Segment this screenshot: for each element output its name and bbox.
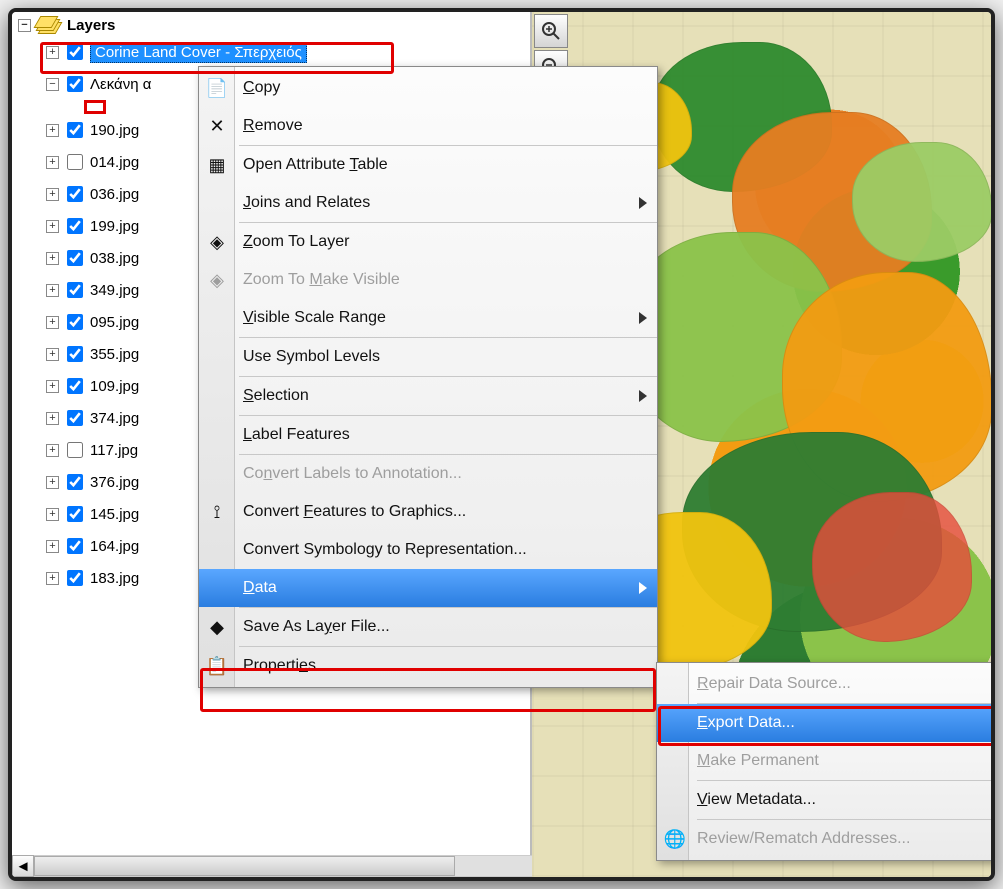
layer-label: 038.jpg bbox=[90, 250, 139, 267]
submenu-export-data[interactable]: Export Data... bbox=[657, 704, 995, 742]
globe-icon: 🌐 bbox=[663, 827, 687, 851]
layer-checkbox[interactable] bbox=[67, 250, 83, 266]
zoom-visible-icon: ◈ bbox=[205, 268, 229, 292]
layer-label: 190.jpg bbox=[90, 122, 139, 139]
layer-checkbox[interactable] bbox=[67, 186, 83, 202]
expand-icon[interactable]: + bbox=[46, 220, 59, 233]
submenu-arrow-icon bbox=[639, 390, 647, 402]
layer-checkbox[interactable] bbox=[67, 410, 83, 426]
menu-joins-relates[interactable]: Joins and Relates bbox=[199, 184, 657, 222]
layer-label: 145.jpg bbox=[90, 506, 139, 523]
menu-remove[interactable]: ✕ Remove bbox=[199, 107, 657, 145]
menu-selection[interactable]: Selection bbox=[199, 377, 657, 415]
layer-checkbox[interactable] bbox=[67, 154, 83, 170]
menu-label-features[interactable]: Label Features bbox=[199, 416, 657, 454]
expand-icon[interactable]: + bbox=[46, 572, 59, 585]
expand-icon[interactable]: + bbox=[46, 252, 59, 265]
table-icon: ▦ bbox=[205, 153, 229, 177]
expand-icon[interactable]: + bbox=[46, 124, 59, 137]
layer-label: 014.jpg bbox=[90, 154, 139, 171]
layer-label: 095.jpg bbox=[90, 314, 139, 331]
expand-icon[interactable]: + bbox=[46, 46, 59, 59]
layer-label: 164.jpg bbox=[90, 538, 139, 555]
menu-open-attribute-table[interactable]: ▦ Open Attribute Table bbox=[199, 146, 657, 184]
submenu-review-rematch: 🌐 Review/Rematch Addresses... bbox=[657, 820, 995, 858]
layer-label: 036.jpg bbox=[90, 186, 139, 203]
submenu-view-metadata[interactable]: View Metadata... bbox=[657, 781, 995, 819]
layer-checkbox[interactable] bbox=[67, 570, 83, 586]
layer-checkbox[interactable] bbox=[67, 314, 83, 330]
layer-label: 376.jpg bbox=[90, 474, 139, 491]
expand-icon[interactable]: + bbox=[46, 444, 59, 457]
properties-icon: 📋 bbox=[205, 654, 229, 678]
collapse-icon[interactable]: − bbox=[46, 78, 59, 91]
layer-label: 117.jpg bbox=[90, 442, 138, 459]
layer-checkbox[interactable] bbox=[67, 122, 83, 138]
menu-properties[interactable]: 📋 Properties... bbox=[199, 647, 657, 685]
menu-visible-scale-range[interactable]: Visible Scale Range bbox=[199, 299, 657, 337]
data-submenu: Repair Data Source... Export Data... Mak… bbox=[656, 662, 995, 861]
collapse-icon[interactable]: − bbox=[18, 19, 31, 32]
layer-label: 349.jpg bbox=[90, 282, 139, 299]
scroll-thumb[interactable] bbox=[34, 856, 455, 876]
copy-icon: 📄 bbox=[205, 76, 229, 100]
layer-symbol-outline bbox=[84, 100, 106, 114]
expand-icon[interactable]: + bbox=[46, 284, 59, 297]
submenu-make-permanent: Make Permanent bbox=[657, 742, 995, 780]
layer-context-menu: 📄 Copy ✕ Remove ▦ Open Attribute Table J… bbox=[198, 66, 658, 688]
menu-save-layer-file[interactable]: ◆ Save As Layer File... bbox=[199, 608, 657, 646]
zoom-in-button[interactable] bbox=[534, 14, 568, 48]
expand-icon[interactable]: + bbox=[46, 476, 59, 489]
menu-copy[interactable]: 📄 Copy bbox=[199, 69, 657, 107]
scroll-left-icon[interactable]: ◄ bbox=[12, 855, 34, 877]
layer-checkbox[interactable] bbox=[67, 76, 83, 92]
menu-convert-labels: Convert Labels to Annotation... bbox=[199, 455, 657, 493]
menu-data[interactable]: Data bbox=[199, 569, 657, 607]
expand-icon[interactable]: + bbox=[46, 188, 59, 201]
submenu-arrow-icon bbox=[639, 312, 647, 324]
expand-icon[interactable]: + bbox=[46, 348, 59, 361]
layer-checkbox[interactable] bbox=[67, 218, 83, 234]
layer-label: 199.jpg bbox=[90, 218, 139, 235]
layer-checkbox[interactable] bbox=[67, 346, 83, 362]
layer-row-selected[interactable]: + Corine Land Cover - Σπερχειός bbox=[42, 36, 524, 68]
menu-zoom-to-layer[interactable]: ◈ Zoom To Layer bbox=[199, 223, 657, 261]
expand-icon[interactable]: + bbox=[46, 508, 59, 521]
layers-icon bbox=[37, 16, 61, 34]
layer-label-selected: Corine Land Cover - Σπερχειός bbox=[90, 42, 307, 63]
menu-use-symbol-levels[interactable]: Use Symbol Levels bbox=[199, 338, 657, 376]
submenu-arrow-icon bbox=[639, 197, 647, 209]
expand-icon[interactable]: + bbox=[46, 540, 59, 553]
layer-label: 183.jpg bbox=[90, 570, 139, 587]
expand-icon[interactable]: + bbox=[46, 316, 59, 329]
layer-label: Λεκάνη α bbox=[90, 76, 151, 93]
convert-features-icon: ⟟ bbox=[205, 500, 229, 524]
save-layer-icon: ◆ bbox=[205, 615, 229, 639]
menu-convert-symbology[interactable]: Convert Symbology to Representation... bbox=[199, 531, 657, 569]
layer-checkbox[interactable] bbox=[67, 282, 83, 298]
layer-checkbox[interactable] bbox=[67, 44, 83, 60]
layer-label: 374.jpg bbox=[90, 410, 139, 427]
submenu-repair-data-source: Repair Data Source... bbox=[657, 665, 995, 703]
layer-label: 355.jpg bbox=[90, 346, 139, 363]
layer-checkbox[interactable] bbox=[67, 474, 83, 490]
zoom-layer-icon: ◈ bbox=[205, 230, 229, 254]
layer-checkbox[interactable] bbox=[67, 378, 83, 394]
expand-icon[interactable]: + bbox=[46, 156, 59, 169]
menu-convert-features[interactable]: ⟟ Convert Features to Graphics... bbox=[199, 493, 657, 531]
layers-header: − Layers bbox=[18, 14, 524, 36]
expand-icon[interactable]: + bbox=[46, 412, 59, 425]
remove-icon: ✕ bbox=[205, 114, 229, 138]
scroll-track[interactable] bbox=[34, 855, 532, 877]
layers-title: Layers bbox=[67, 17, 115, 34]
menu-zoom-make-visible: ◈ Zoom To Make Visible bbox=[199, 261, 657, 299]
layer-checkbox[interactable] bbox=[67, 538, 83, 554]
submenu-arrow-icon bbox=[639, 582, 647, 594]
layer-checkbox[interactable] bbox=[67, 506, 83, 522]
toc-scrollbar[interactable]: ◄ ► bbox=[12, 855, 532, 877]
expand-icon[interactable]: + bbox=[46, 380, 59, 393]
layer-label: 109.jpg bbox=[90, 378, 139, 395]
layer-checkbox[interactable] bbox=[67, 442, 83, 458]
